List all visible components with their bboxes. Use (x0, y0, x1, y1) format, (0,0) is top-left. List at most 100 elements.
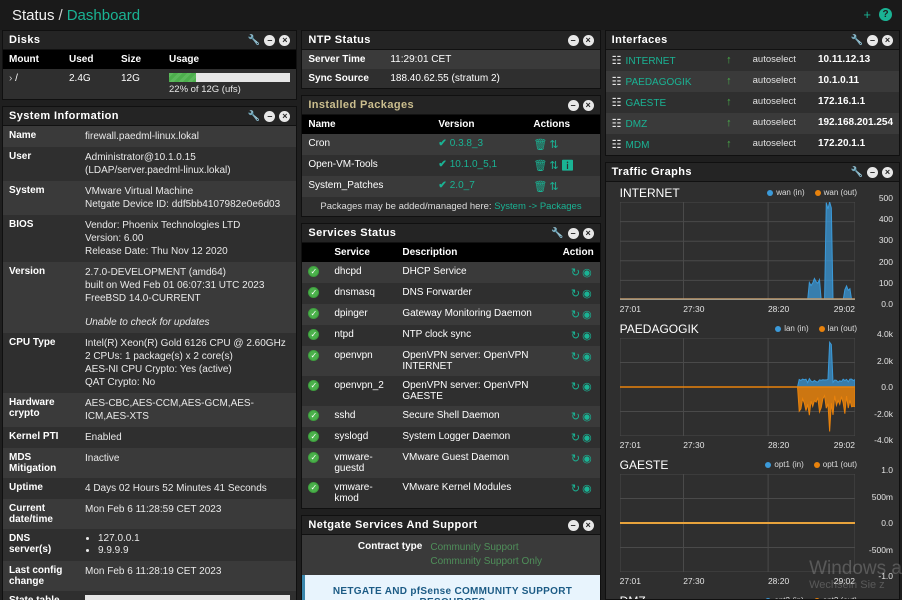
contract-type-value: Community Support Community Support Only (430, 541, 542, 569)
minimize-icon[interactable]: – (568, 100, 579, 111)
restart-icon[interactable]: ↻ (571, 330, 582, 342)
disks-mount[interactable]: › / (3, 69, 63, 99)
interface-name-cell[interactable]: ☷DMZ (606, 113, 712, 134)
stop-icon[interactable]: ◉ (582, 483, 594, 495)
restart-icon[interactable]: ↻ (571, 288, 582, 300)
close-icon[interactable]: × (279, 111, 290, 122)
close-icon[interactable]: × (583, 35, 594, 46)
service-status-cell: ✓ (302, 304, 328, 325)
network-icon: ☷ (612, 118, 622, 130)
meter-value: 0% (51/198000) Show states (79, 591, 296, 600)
trash-icon[interactable]: 🗑 (533, 139, 549, 151)
panel-disks: Disks 🔧 – × Mount Used Size Usage (2, 30, 297, 100)
sysinfo-value: Enabled (79, 427, 296, 448)
table-row: Namefirewall.paedml-linux.lokal (3, 126, 296, 147)
table-row: ✓ntpdNTP clock sync↻◉ (302, 325, 599, 346)
table-row: Hardware cryptoAES-CBC,AES-CCM,AES-GCM,A… (3, 393, 296, 427)
minimize-icon[interactable]: – (568, 228, 579, 239)
x-tick: 28:20 (768, 440, 789, 450)
interface-name-cell[interactable]: ☷MDM (606, 134, 712, 155)
traffic-graphs-list: INTERNETwan (in)wan (out)500400300200100… (606, 182, 899, 600)
close-icon[interactable]: × (882, 35, 893, 46)
table-row: Server Time11:29:01 CET (302, 50, 599, 69)
reinstall-icon[interactable]: ⇅ (549, 160, 560, 172)
ntp-label: Server Time (302, 50, 384, 69)
stop-icon[interactable]: ◉ (582, 309, 594, 321)
interface-status: ↑ (711, 113, 746, 134)
restart-icon[interactable]: ↻ (571, 267, 582, 279)
panel-netgate-icons: – × (568, 520, 594, 531)
stop-icon[interactable]: ◉ (582, 453, 594, 465)
settings-wrench-icon[interactable]: 🔧 (851, 35, 863, 46)
restart-icon[interactable]: ↻ (571, 432, 582, 444)
check-icon: ✔ (438, 138, 446, 149)
stop-icon[interactable]: ◉ (582, 411, 594, 423)
minimize-icon[interactable]: – (264, 35, 275, 46)
sysinfo-value: Inactive (79, 448, 296, 478)
graph-plot[interactable] (620, 474, 855, 572)
panel-ntp-icons: – × (568, 35, 594, 46)
sysinfo-label: BIOS (3, 215, 79, 262)
stop-icon[interactable]: ◉ (582, 330, 594, 342)
stop-icon[interactable]: ◉ (582, 288, 594, 300)
panel-disks-header: Disks 🔧 – × (3, 31, 296, 50)
panel-traffic-graphs: Traffic Graphs 🔧 – × INTERNETwan (in)wan… (605, 162, 900, 600)
minimize-icon[interactable]: – (867, 35, 878, 46)
trash-icon[interactable]: 🗑 (533, 160, 549, 172)
stop-icon[interactable]: ◉ (582, 432, 594, 444)
add-widget-icon[interactable]: + (863, 8, 871, 21)
settings-wrench-icon[interactable]: 🔧 (248, 111, 260, 122)
settings-wrench-icon[interactable]: 🔧 (248, 35, 260, 46)
minimize-icon[interactable]: – (568, 520, 579, 531)
restart-icon[interactable]: ↻ (571, 483, 582, 495)
close-icon[interactable]: × (583, 100, 594, 111)
sysinfo-label: User (3, 147, 79, 181)
settings-wrench-icon[interactable]: 🔧 (551, 228, 563, 239)
help-icon[interactable]: ? (879, 8, 892, 21)
table-row: System_Patches ✔2.0_7 🗑⇅ (302, 176, 599, 197)
minimize-icon[interactable]: – (568, 35, 579, 46)
interface-status: ↑ (711, 134, 746, 155)
reinstall-icon[interactable]: ⇅ (549, 181, 560, 193)
sysinfo-value: firewall.paedml-linux.lokal (79, 126, 296, 147)
graph-plot[interactable] (620, 338, 855, 436)
legend-out-label: opt2 (out) (823, 596, 857, 600)
legend-in-dot (775, 326, 781, 332)
stop-icon[interactable]: ◉ (582, 381, 594, 393)
panel-sysinfo-header: System Information 🔧 – × (3, 107, 296, 126)
settings-wrench-icon[interactable]: 🔧 (851, 167, 863, 178)
info-icon[interactable]: ℹ (561, 160, 577, 172)
disks-col-used: Used (63, 50, 115, 69)
disks-size: 12G (115, 69, 163, 99)
restart-icon[interactable]: ↻ (571, 381, 582, 393)
reinstall-icon[interactable]: ⇅ (549, 139, 560, 151)
network-icon: ☷ (612, 97, 622, 109)
restart-icon[interactable]: ↻ (571, 453, 582, 465)
interface-name-cell[interactable]: ☷GAESTE (606, 92, 712, 113)
breadcrumb-root[interactable]: Status (12, 7, 55, 24)
interface-name-cell[interactable]: ☷PAEDAGOGIK (606, 71, 712, 92)
top-icon-group: + ? (863, 8, 892, 21)
panel-netgate-header: Netgate Services And Support – × (302, 516, 599, 535)
stop-icon[interactable]: ◉ (582, 267, 594, 279)
contract-type-line1: Community Support (430, 541, 542, 555)
sysinfo-value: 127.0.0.1 9.9.9.9 (79, 529, 296, 561)
close-icon[interactable]: × (583, 520, 594, 531)
contract-type-row: Contract type Community Support Communit… (302, 535, 599, 575)
system-information-table: Namefirewall.paedml-linux.lokal UserAdmi… (3, 126, 296, 600)
trash-icon[interactable]: 🗑 (533, 181, 549, 193)
close-icon[interactable]: × (583, 228, 594, 239)
close-icon[interactable]: × (279, 35, 290, 46)
stop-icon[interactable]: ◉ (582, 351, 594, 363)
minimize-icon[interactable]: – (867, 167, 878, 178)
interface-name-cell[interactable]: ☷INTERNET (606, 50, 712, 71)
restart-icon[interactable]: ↻ (571, 351, 582, 363)
close-icon[interactable]: × (882, 167, 893, 178)
restart-icon[interactable]: ↻ (571, 411, 582, 423)
minimize-icon[interactable]: – (264, 111, 275, 122)
sysinfo-value: Intel(R) Xeon(R) Gold 6126 CPU @ 2.60GHz… (79, 333, 296, 393)
panel-interfaces: Interfaces 🔧 – × ☷INTERNET↑autoselect10.… (605, 30, 900, 156)
graph-plot[interactable] (620, 202, 855, 300)
packages-footer-link[interactable]: System -> Packages (494, 201, 581, 212)
restart-icon[interactable]: ↻ (571, 309, 582, 321)
